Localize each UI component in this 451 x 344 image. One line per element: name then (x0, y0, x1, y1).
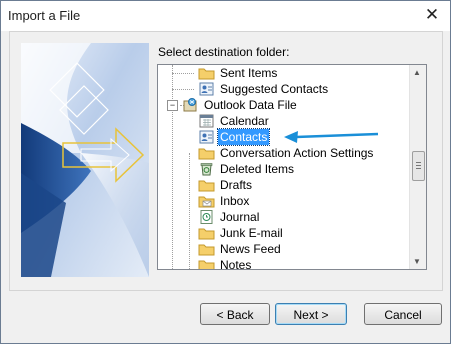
collapse-toggle[interactable]: − (167, 100, 178, 111)
close-icon[interactable]: ✕ (422, 5, 442, 25)
next-button[interactable]: Next > (275, 303, 347, 325)
folder-icon (198, 241, 216, 257)
scroll-thumb[interactable] (412, 151, 425, 181)
wizard-graphic (21, 43, 149, 277)
data-file-icon (182, 97, 200, 113)
folder-tree[interactable]: − Sent Items Suggested Contacts Outlook … (157, 64, 427, 270)
folder-icon (198, 257, 216, 269)
back-button[interactable]: < Back (200, 303, 270, 325)
scroll-up-icon[interactable]: ▲ (413, 68, 421, 78)
tree-item-label: Conversation Action Settings (220, 146, 374, 160)
tree-item-label: Outlook Data File (204, 98, 297, 112)
tree-item-label: Sent Items (220, 66, 278, 80)
window-title: Import a File (8, 8, 81, 23)
tree-item-label: Suggested Contacts (220, 82, 329, 96)
tree-item-label: Deleted Items (220, 162, 295, 176)
tree-item-label: Junk E-mail (220, 226, 283, 240)
tree-item-label: Inbox (220, 194, 250, 208)
scroll-down-icon[interactable]: ▼ (413, 257, 421, 267)
tree-guide-line (172, 73, 194, 74)
folder-icon (198, 145, 216, 161)
tree-guide-line (172, 65, 173, 269)
annotation-arrow-icon (284, 131, 379, 143)
cancel-button[interactable]: Cancel (364, 303, 442, 325)
folder-label: Select destination folder: (158, 45, 290, 59)
journal-icon (198, 209, 216, 225)
tree-item-label: News Feed (220, 242, 281, 256)
calendar-icon (198, 113, 216, 129)
inbox-icon (198, 193, 216, 209)
wizard-panel: Select destination folder: − Sent Items (9, 31, 443, 291)
tree-guide-line (189, 153, 190, 269)
folder-icon (198, 177, 216, 193)
tree-item-label: Drafts (220, 178, 253, 192)
tree-item-label: Notes (220, 258, 252, 270)
import-file-dialog: Import a File ✕ Select destination folde… (0, 0, 451, 344)
tree-guide-line (172, 89, 194, 90)
tree-scrollbar[interactable]: ▲ ▼ (409, 65, 426, 269)
tree-item-label: Journal (220, 210, 260, 224)
contacts-icon (198, 129, 216, 145)
recycle-bin-icon (198, 161, 216, 177)
collapse-icon: − (169, 100, 176, 110)
folder-icon (198, 225, 216, 241)
contacts-icon (198, 81, 216, 97)
tree-item-label: Contacts (216, 128, 271, 146)
tree-item-label: Calendar (220, 114, 269, 128)
folder-icon (198, 65, 216, 81)
wizard-art-icon (21, 43, 149, 277)
title-bar: Import a File ✕ (1, 1, 450, 31)
